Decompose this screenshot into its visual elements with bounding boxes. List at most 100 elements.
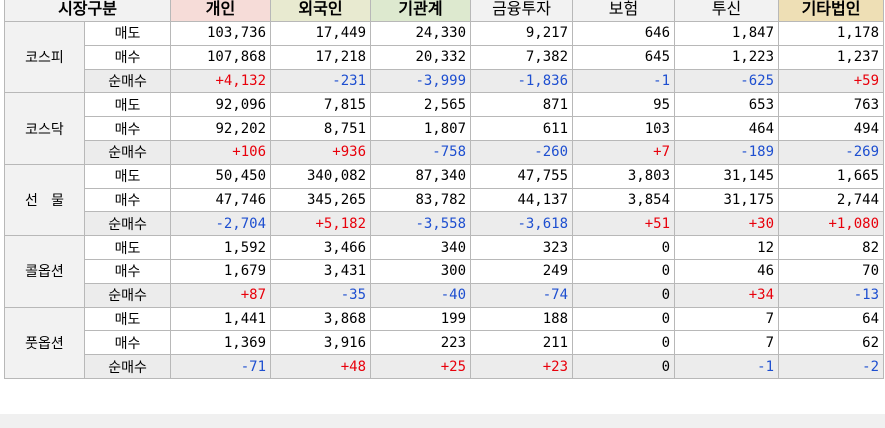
table-row: 콜옵션 매도 1,592 3,466 340 323 0 12 82 bbox=[4, 235, 885, 308]
value-cell: 47,746 bbox=[170, 187, 272, 213]
header-market-category[interactable]: 시장구분 bbox=[3, 0, 172, 22]
trade-kind-cell: 순매수 bbox=[83, 139, 172, 165]
market-name-cell: 선 물 bbox=[4, 163, 85, 237]
value-cell: -71 bbox=[170, 354, 272, 379]
trade-kind-cell: 매수 bbox=[83, 44, 172, 70]
value-cell: +1,080 bbox=[778, 211, 885, 237]
value-cell: 9,217 bbox=[470, 21, 574, 46]
header-institution-total[interactable]: 기관계 bbox=[370, 0, 472, 22]
investor-trading-panel: 시장구분 개인 외국인 기관계 금융투자 보험 투신 기타법인 코스피 매도 103… bbox=[0, 0, 885, 428]
value-cell: 12 bbox=[674, 235, 780, 260]
header-individual[interactable]: 개인 bbox=[170, 0, 272, 22]
value-cell: 249 bbox=[470, 258, 574, 284]
value-cell: -260 bbox=[470, 139, 574, 165]
trade-kind-cell: 매도 bbox=[83, 306, 172, 332]
header-foreign[interactable]: 외국인 bbox=[270, 0, 372, 22]
market-name-cell: 코스닥 bbox=[4, 92, 85, 165]
value-cell: 199 bbox=[370, 306, 472, 332]
value-cell: 83,782 bbox=[370, 187, 472, 213]
table-row: 코스피 매도 103,736 17,449 24,330 9,217 646 1,847 1,1… bbox=[4, 20, 885, 94]
value-cell: 0 bbox=[572, 282, 676, 308]
value-cell: 0 bbox=[572, 306, 676, 332]
value-cell: 62 bbox=[778, 330, 885, 356]
value-cell: +936 bbox=[270, 139, 372, 165]
value-cell: 46 bbox=[674, 258, 780, 284]
trade-kind-cell: 매수 bbox=[83, 330, 172, 356]
value-cell: 0 bbox=[572, 354, 676, 379]
value-cell: 92,202 bbox=[170, 116, 272, 141]
value-cell: 345,265 bbox=[270, 187, 372, 213]
value-cell: +59 bbox=[778, 68, 885, 94]
market-name-cell: 콜옵션 bbox=[4, 235, 85, 308]
trade-kind-cell: 순매수 bbox=[83, 68, 172, 94]
table-row: 매수 1,369 3,916 223 211 0 7 62 bbox=[5, 330, 885, 356]
market-name-cell: 코스피 bbox=[4, 20, 85, 94]
value-cell: 1,665 bbox=[778, 163, 885, 189]
table-row: 코스닥 매도 92,096 7,815 2,565 871 95 653 763 bbox=[4, 92, 885, 165]
value-cell: -758 bbox=[370, 139, 472, 165]
value-cell: +106 bbox=[170, 139, 272, 165]
value-cell: 340 bbox=[370, 235, 472, 260]
value-cell: 95 bbox=[572, 92, 676, 118]
value-cell: -625 bbox=[674, 68, 780, 94]
value-cell: +30 bbox=[674, 211, 780, 237]
investor-trading-table: 시장구분 개인 외국인 기관계 금융투자 보험 투신 기타법인 코스피 매도 103… bbox=[3, 0, 885, 379]
value-cell: 92,096 bbox=[170, 92, 272, 118]
table-row: 매수 92,202 8,751 1,807 611 103 464 494 bbox=[5, 116, 885, 141]
value-cell: -1 bbox=[572, 68, 676, 94]
header-investment-trust[interactable]: 투신 bbox=[674, 0, 780, 22]
header-other-corporation[interactable]: 기타법인 bbox=[778, 0, 885, 22]
trade-kind-cell: 순매수 bbox=[83, 354, 172, 379]
value-cell: 323 bbox=[470, 235, 574, 260]
table-row: 순매수 +4,132 -231 -3,999 -1,836 -1 -625 +59 bbox=[5, 68, 885, 94]
value-cell: 653 bbox=[674, 92, 780, 118]
value-cell: 3,431 bbox=[270, 258, 372, 284]
value-cell: 82 bbox=[778, 235, 885, 260]
trade-kind-cell: 매수 bbox=[83, 258, 172, 284]
header-insurance[interactable]: 보험 bbox=[572, 0, 676, 22]
value-cell: 87,340 bbox=[370, 163, 472, 189]
value-cell: 645 bbox=[572, 44, 676, 70]
value-cell: 3,916 bbox=[270, 330, 372, 356]
value-cell: 47,755 bbox=[470, 163, 574, 189]
market-name-cell: 풋옵션 bbox=[4, 306, 85, 379]
value-cell: 103 bbox=[572, 116, 676, 141]
value-cell: 1,807 bbox=[370, 116, 472, 141]
table-row: 순매수 -2,704 +5,182 -3,558 -3,618 +51 +30 +1,080 bbox=[5, 211, 885, 237]
value-cell: 1,441 bbox=[170, 306, 272, 332]
trade-kind-cell: 매도 bbox=[83, 92, 172, 118]
trade-kind-cell: 순매수 bbox=[83, 211, 172, 237]
value-cell: 3,854 bbox=[572, 187, 676, 213]
table-row: 순매수 +106 +936 -758 -260 +7 -189 -269 bbox=[5, 139, 885, 165]
value-cell: +4,132 bbox=[170, 68, 272, 94]
value-cell: -40 bbox=[370, 282, 472, 308]
value-cell: 7 bbox=[674, 306, 780, 332]
value-cell: -13 bbox=[778, 282, 885, 308]
value-cell: 7,815 bbox=[270, 92, 372, 118]
value-cell: -2 bbox=[778, 354, 885, 379]
value-cell: 2,565 bbox=[370, 92, 472, 118]
value-cell: 1,369 bbox=[170, 330, 272, 356]
value-cell: 31,145 bbox=[674, 163, 780, 189]
value-cell: -231 bbox=[270, 68, 372, 94]
value-cell: 0 bbox=[572, 258, 676, 284]
trade-kind-cell: 순매수 bbox=[83, 282, 172, 308]
header-financial-investment[interactable]: 금융투자 bbox=[470, 0, 574, 22]
value-cell: 211 bbox=[470, 330, 574, 356]
value-cell: 300 bbox=[370, 258, 472, 284]
value-cell: -1 bbox=[674, 354, 780, 379]
value-cell: 464 bbox=[674, 116, 780, 141]
value-cell: 188 bbox=[470, 306, 574, 332]
trade-kind-cell: 매도 bbox=[83, 235, 172, 260]
value-cell: 44,137 bbox=[470, 187, 574, 213]
value-cell: +51 bbox=[572, 211, 676, 237]
table-row: 매수 107,868 17,218 20,332 7,382 645 1,223 1,237 bbox=[5, 44, 885, 70]
table-row: 순매수 -71 +48 +25 +23 0 -1 -2 bbox=[5, 354, 885, 379]
value-cell: -3,558 bbox=[370, 211, 472, 237]
value-cell: 70 bbox=[778, 258, 885, 284]
value-cell: 0 bbox=[572, 330, 676, 356]
value-cell: 494 bbox=[778, 116, 885, 141]
value-cell: 2,744 bbox=[778, 187, 885, 213]
value-cell: 20,332 bbox=[370, 44, 472, 70]
value-cell: -269 bbox=[778, 139, 885, 165]
